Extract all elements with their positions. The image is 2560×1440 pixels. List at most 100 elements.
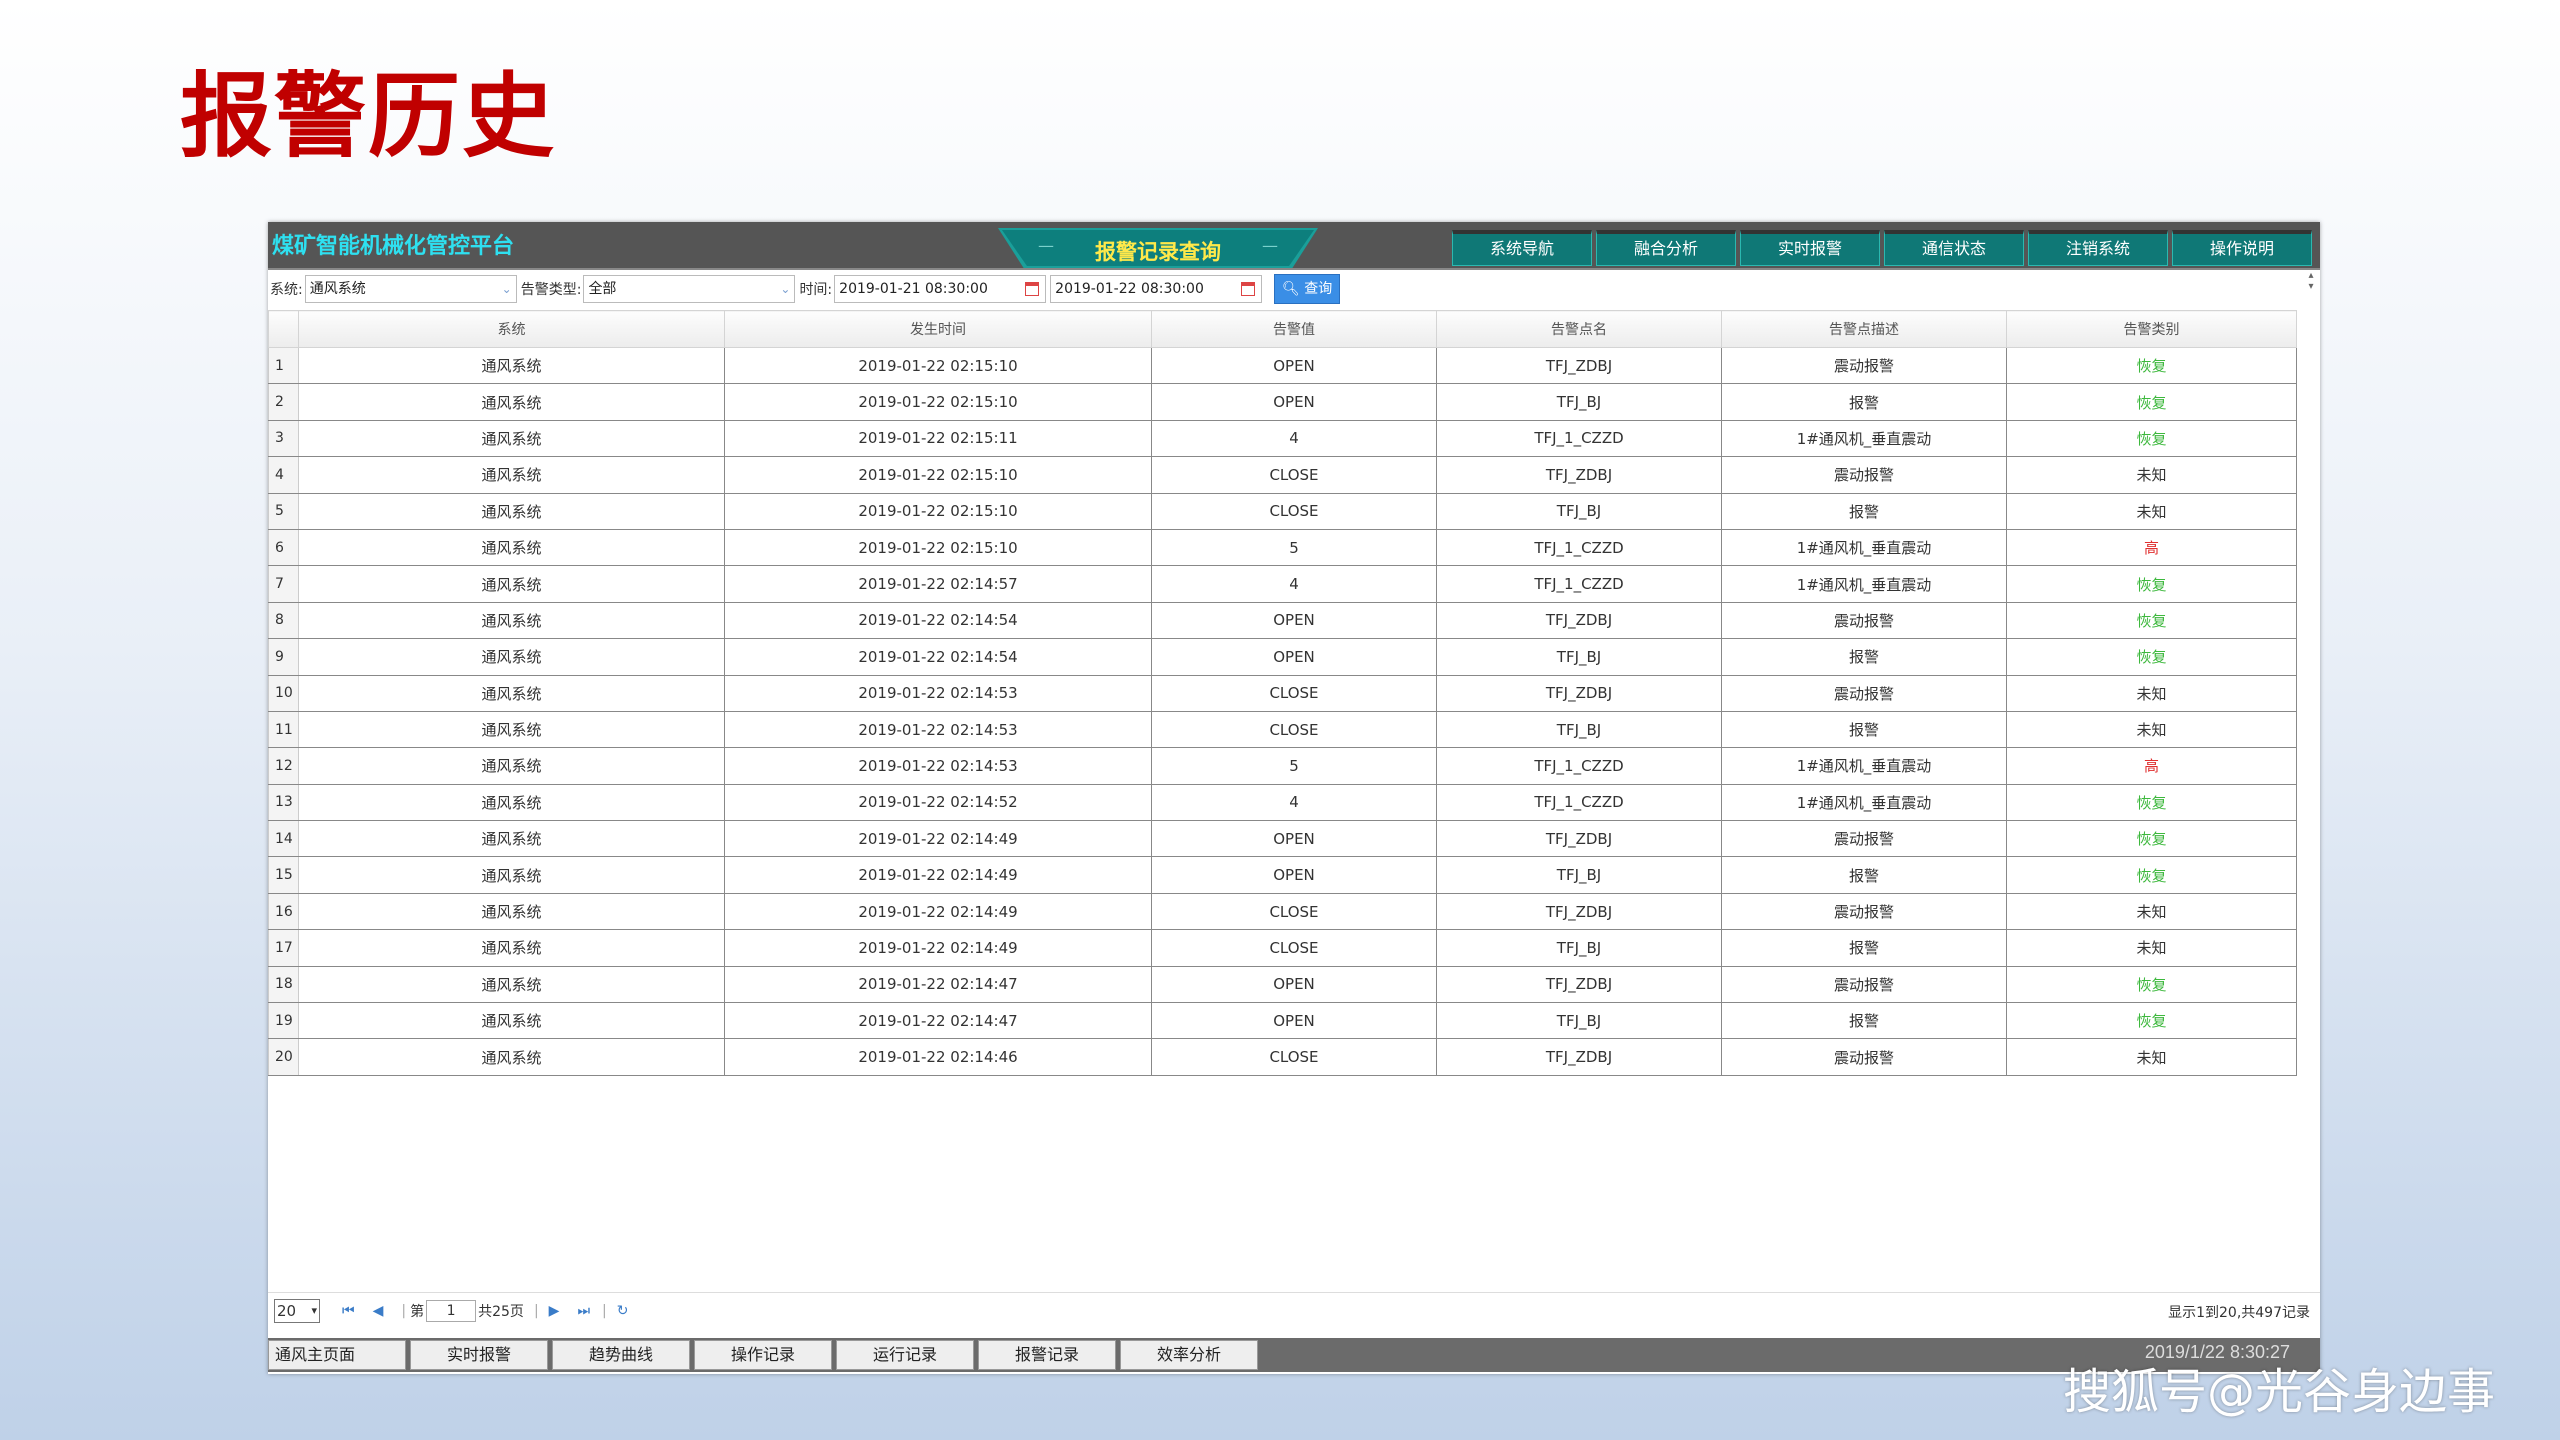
cell-value: 4 [1151, 565, 1437, 603]
cell-value: CLOSE [1151, 675, 1437, 712]
total-pages: 共25页 [478, 1304, 524, 1320]
table-row[interactable]: 14 通风系统 2019-01-22 02:14:49 OPEN TFJ_ZDBJ 震动报… [268, 820, 2297, 858]
scroll-arrows[interactable]: ▴ ▾ [2302, 270, 2320, 310]
end-time-input[interactable]: 2019-01-22 08:30:00 [1050, 275, 1263, 303]
table-row[interactable]: 10 通风系统 2019-01-22 02:14:53 CLOSE TFJ_ZDBJ 震动… [268, 675, 2297, 712]
alarm-type-select[interactable]: 全部 ⌄ [583, 275, 796, 303]
pager-separator: | [602, 1303, 607, 1319]
row-number: 14 [268, 820, 299, 858]
table-row[interactable]: 7 通风系统 2019-01-22 02:14:57 4 TFJ_1_CZZD 1#通风机… [268, 565, 2297, 603]
row-number: 6 [268, 529, 299, 567]
table-row[interactable]: 6 通风系统 2019-01-22 02:15:10 5 TFJ_1_CZZD 1#通风机… [268, 529, 2297, 567]
cell-system: 通风系统 [298, 784, 725, 822]
page-number-input[interactable]: 1 [426, 1300, 477, 1322]
pagination-bar: 20 ▾ ⏮ ◀ | 第 1 共25页 | ▶ ⏭ | ↻ 显示1到20,共49… [268, 1292, 2320, 1329]
system-select[interactable]: 通风系统 ⌄ [304, 275, 517, 303]
col-header-point-name[interactable]: 告警点名 [1436, 310, 1722, 348]
cell-system: 通风系统 [298, 602, 725, 640]
nav-logout[interactable]: 注销系统 [2028, 230, 2168, 266]
row-number: 8 [268, 602, 299, 640]
table-row[interactable]: 18 通风系统 2019-01-22 02:14:47 OPEN TFJ_ZDBJ 震动报… [268, 966, 2297, 1004]
cell-value: CLOSE [1151, 1038, 1437, 1076]
bottom-nav-efficiency[interactable]: 效率分析 [1120, 1340, 1258, 1370]
cell-value: CLOSE [1151, 456, 1437, 494]
chevron-down-icon: ⌄ [780, 282, 791, 296]
alarm-table: 系统 发生时间 告警值 告警点名 告警点描述 告警类别 1 通风系统 2019-01… [268, 310, 2297, 1076]
col-header-value[interactable]: 告警值 [1151, 310, 1437, 348]
calendar-icon[interactable] [1241, 282, 1256, 296]
table-row[interactable]: 17 通风系统 2019-01-22 02:14:49 CLOSE TFJ_BJ 报警 未知 [268, 929, 2297, 967]
cell-value: 4 [1151, 784, 1437, 822]
cell-system: 通风系统 [298, 1038, 725, 1076]
table-row[interactable]: 5 通风系统 2019-01-22 02:15:10 CLOSE TFJ_BJ 报警 未知 [268, 493, 2297, 530]
row-number: 9 [268, 638, 299, 676]
cell-system: 通风系统 [298, 493, 725, 530]
cell-category: 恢复 [2006, 565, 2297, 603]
tab-alarm-query[interactable]: — 报警记录查询 — [998, 228, 1318, 268]
col-header-point-desc[interactable]: 告警点描述 [1721, 310, 2007, 348]
cell-point-desc: 震动报警 [1721, 456, 2007, 494]
cell-value: OPEN [1151, 638, 1437, 676]
cell-point-name: TFJ_BJ [1436, 711, 1722, 749]
first-page-icon[interactable]: ⏮ [342, 1303, 355, 1319]
table-row[interactable]: 8 通风系统 2019-01-22 02:14:54 OPEN TFJ_ZDBJ 震动报警… [268, 602, 2297, 640]
cell-system: 通风系统 [298, 856, 725, 894]
bottom-nav-home[interactable]: 通风主页面 [268, 1340, 406, 1370]
refresh-icon[interactable]: ↻ [617, 1303, 629, 1319]
cell-time: 2019-01-22 02:15:10 [724, 529, 1152, 567]
cell-category: 恢复 [2006, 966, 2297, 1004]
bottom-nav-trend[interactable]: 趋势曲线 [552, 1340, 690, 1370]
last-page-icon[interactable]: ⏭ [577, 1303, 590, 1319]
table-row[interactable]: 1 通风系统 2019-01-22 02:15:10 OPEN TFJ_ZDBJ 震动报警… [268, 347, 2297, 385]
table-row[interactable]: 2 通风系统 2019-01-22 02:15:10 OPEN TFJ_BJ 报警 恢复 [268, 383, 2297, 421]
query-button[interactable]: 🔍︎ 查询 [1274, 274, 1341, 304]
col-header-system[interactable]: 系统 [298, 310, 725, 348]
table-row[interactable]: 15 通风系统 2019-01-22 02:14:49 OPEN TFJ_BJ 报警 恢复 [268, 856, 2297, 894]
calendar-icon[interactable] [1025, 282, 1040, 296]
cell-value: OPEN [1151, 966, 1437, 1004]
col-header-category[interactable]: 告警类别 [2006, 310, 2297, 348]
bottom-nav-realtime-alarm[interactable]: 实时报警 [410, 1340, 548, 1370]
cell-category: 未知 [2006, 675, 2297, 712]
cell-time: 2019-01-22 02:14:53 [724, 675, 1152, 712]
bottom-nav: 通风主页面 实时报警 趋势曲线 操作记录 运行记录 报警记录 效率分析 2019… [268, 1338, 2320, 1372]
next-page-icon[interactable]: ▶ [549, 1303, 560, 1319]
cell-system: 通风系统 [298, 638, 725, 676]
prev-page-icon[interactable]: ◀ [373, 1303, 384, 1319]
row-number: 4 [268, 456, 299, 494]
nav-realtime-alarm[interactable]: 实时报警 [1740, 230, 1880, 266]
page-size-select[interactable]: 20 ▾ [274, 1299, 320, 1323]
cell-point-name: TFJ_1_CZZD [1436, 565, 1722, 603]
cell-time: 2019-01-22 02:14:53 [724, 747, 1152, 785]
cell-time: 2019-01-22 02:15:11 [724, 420, 1152, 458]
cell-point-name: TFJ_ZDBJ [1436, 602, 1722, 640]
cell-point-name: TFJ_ZDBJ [1436, 893, 1722, 931]
row-number: 19 [268, 1002, 299, 1040]
row-number: 7 [268, 565, 299, 603]
table-row[interactable]: 16 通风系统 2019-01-22 02:14:49 CLOSE TFJ_ZDBJ 震动… [268, 893, 2297, 931]
system-select-value: 通风系统 [309, 281, 366, 297]
bottom-nav-operation-log[interactable]: 操作记录 [694, 1340, 832, 1370]
nav-help[interactable]: 操作说明 [2172, 230, 2312, 266]
table-row[interactable]: 20 通风系统 2019-01-22 02:14:46 CLOSE TFJ_ZDBJ 震动… [268, 1038, 2297, 1076]
table-row[interactable]: 13 通风系统 2019-01-22 02:14:52 4 TFJ_1_CZZD 1#通风… [268, 784, 2297, 822]
table-row[interactable]: 12 通风系统 2019-01-22 02:14:53 5 TFJ_1_CZZD 1#通风… [268, 747, 2297, 785]
cell-system: 通风系统 [298, 966, 725, 1004]
table-row[interactable]: 3 通风系统 2019-01-22 02:15:11 4 TFJ_1_CZZD 1#通风机… [268, 420, 2297, 458]
table-row[interactable]: 19 通风系统 2019-01-22 02:14:47 OPEN TFJ_BJ 报警 恢复 [268, 1002, 2297, 1040]
nav-system-navigation[interactable]: 系统导航 [1452, 230, 1592, 266]
bottom-nav-alarm-log[interactable]: 报警记录 [978, 1340, 1116, 1370]
row-number: 10 [268, 675, 299, 712]
table-row[interactable]: 11 通风系统 2019-01-22 02:14:53 CLOSE TFJ_BJ 报警 未知 [268, 711, 2297, 749]
table-row[interactable]: 4 通风系统 2019-01-22 02:15:10 CLOSE TFJ_ZDBJ 震动报… [268, 456, 2297, 494]
cell-point-desc: 1#通风机_垂直震动 [1721, 747, 2007, 785]
start-time-input[interactable]: 2019-01-21 08:30:00 [834, 275, 1047, 303]
nav-fusion-analysis[interactable]: 融合分析 [1596, 230, 1736, 266]
bottom-nav-run-log[interactable]: 运行记录 [836, 1340, 974, 1370]
cell-point-desc: 报警 [1721, 493, 2007, 530]
table-row[interactable]: 9 通风系统 2019-01-22 02:14:54 OPEN TFJ_BJ 报警 恢复 [268, 638, 2297, 676]
nav-comm-status[interactable]: 通信状态 [1884, 230, 2024, 266]
col-header-time[interactable]: 发生时间 [724, 310, 1152, 348]
app-header: 煤矿智能机械化管控平台 — 报警记录查询 — 系统导航 融合分析 实时报警 通信… [268, 222, 2320, 270]
cell-category: 恢复 [2006, 1002, 2297, 1040]
